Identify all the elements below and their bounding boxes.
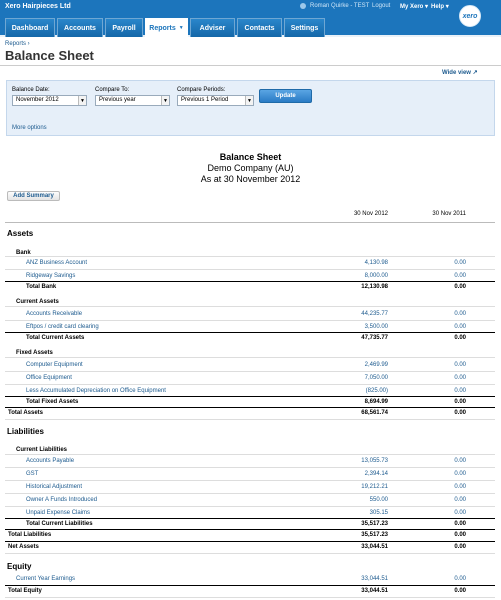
account-value-current[interactable]: 2,469.99: [318, 360, 388, 370]
divider: [5, 222, 495, 223]
account-value-current[interactable]: 2,394.14: [318, 469, 388, 479]
divider: [5, 454, 495, 455]
section-heading-assets: Assets: [7, 229, 34, 238]
total-row-label: Total Assets: [8, 410, 44, 416]
total-row-label: Total Bank: [26, 284, 57, 290]
divider: [5, 306, 495, 307]
total-value-current: 68,561.74: [361, 410, 388, 416]
account-value-current[interactable]: 44,235.77: [318, 309, 388, 319]
total-value-previous: 0.00: [454, 588, 466, 594]
total-row-label: Total Fixed Assets: [26, 399, 79, 405]
account-value-previous[interactable]: 0.00: [396, 574, 466, 584]
total-value-current: 8,694.99: [364, 399, 388, 405]
account-value-current[interactable]: 8,000.00: [318, 271, 388, 281]
account-row-label[interactable]: Eftpos / credit card clearing: [26, 322, 99, 332]
total-row-label: Total Liabilities: [8, 532, 52, 538]
account-value-previous[interactable]: 0.00: [396, 495, 466, 505]
divider: [5, 467, 495, 468]
total-value-previous: 0.00: [454, 399, 466, 405]
xero-logo[interactable]: xero: [459, 5, 481, 27]
total-row-label: Total Equity: [8, 588, 42, 594]
account-value-current[interactable]: 7,050.00: [318, 373, 388, 383]
account-row-label[interactable]: Unpaid Expense Claims: [26, 508, 90, 518]
divider: [5, 371, 495, 372]
divider: [5, 357, 495, 358]
column-header-previous: 30 Nov 2011: [432, 211, 466, 217]
account-value-previous[interactable]: 0.00: [396, 322, 466, 332]
account-value-previous[interactable]: 0.00: [396, 482, 466, 492]
account-value-previous[interactable]: 0.00: [396, 271, 466, 281]
account-value-previous[interactable]: 0.00: [396, 258, 466, 268]
account-value-current[interactable]: 4,130.98: [318, 258, 388, 268]
total-value-current: 33,044.51: [361, 588, 388, 594]
account-value-current[interactable]: 33,044.51: [318, 574, 388, 584]
account-value-current[interactable]: 19,212.21: [318, 482, 388, 492]
divider: [5, 256, 495, 257]
total-row-label: Net Assets: [8, 544, 39, 550]
account-value-previous[interactable]: 0.00: [396, 360, 466, 370]
total-value-previous: 0.00: [454, 532, 466, 538]
divider: [5, 493, 495, 494]
account-value-current[interactable]: 3,500.00: [318, 322, 388, 332]
total-value-previous: 0.00: [454, 335, 466, 341]
section-heading-equity: Equity: [7, 562, 32, 571]
total-value-current: 47,735.77: [361, 335, 388, 341]
account-value-previous[interactable]: 0.00: [396, 373, 466, 383]
account-value-previous[interactable]: 0.00: [396, 469, 466, 479]
account-row-label[interactable]: Computer Equipment: [26, 360, 83, 370]
balance-sheet-table: 30 Nov 2012 30 Nov 2011 Assets Bank ANZ …: [0, 0, 501, 600]
account-row-label[interactable]: Office Equipment: [26, 373, 72, 383]
account-value-previous[interactable]: 0.00: [396, 508, 466, 518]
divider: [5, 553, 495, 554]
total-value-current: 35,517.23: [361, 532, 388, 538]
divider: [5, 419, 495, 420]
account-value-previous[interactable]: 0.00: [396, 386, 466, 396]
divider: [5, 597, 495, 598]
account-row-label[interactable]: GST: [26, 469, 38, 479]
account-value-previous[interactable]: 0.00: [396, 309, 466, 319]
divider: [5, 384, 495, 385]
total-value-current: 35,517.23: [361, 521, 388, 527]
account-row-label[interactable]: Current Year Earnings: [16, 574, 75, 584]
account-value-current[interactable]: 550.00: [318, 495, 388, 505]
total-row-label: Total Current Liabilities: [26, 521, 93, 527]
section-heading-liabilities: Liabilities: [7, 427, 44, 436]
total-value-current: 12,130.98: [361, 284, 388, 290]
divider: [5, 269, 495, 270]
column-header-current: 30 Nov 2012: [353, 211, 388, 217]
total-value-previous: 0.00: [454, 284, 466, 290]
total-value-current: 33,044.51: [361, 544, 388, 550]
account-value-current[interactable]: 13,055.73: [318, 456, 388, 466]
account-row-label[interactable]: Owner A Funds Introduced: [26, 495, 97, 505]
divider: [5, 480, 495, 481]
account-value-current[interactable]: 305.15: [318, 508, 388, 518]
account-row-label[interactable]: Accounts Payable: [26, 456, 74, 466]
account-row-label[interactable]: Less Accumulated Depreciation on Office …: [26, 386, 166, 396]
divider: [5, 506, 495, 507]
account-row-label[interactable]: Historical Adjustment: [26, 482, 82, 492]
account-row-label[interactable]: ANZ Business Account: [26, 258, 87, 268]
account-value-previous[interactable]: 0.00: [396, 456, 466, 466]
total-value-previous: 0.00: [454, 410, 466, 416]
account-row-label[interactable]: Ridgeway Savings: [26, 271, 75, 281]
total-row-label: Total Current Assets: [26, 335, 85, 341]
total-value-previous: 0.00: [454, 521, 466, 527]
account-value-current[interactable]: (825.00): [318, 386, 388, 396]
total-value-previous: 0.00: [454, 544, 466, 550]
divider: [5, 320, 495, 321]
account-row-label[interactable]: Accounts Receivable: [26, 309, 82, 319]
